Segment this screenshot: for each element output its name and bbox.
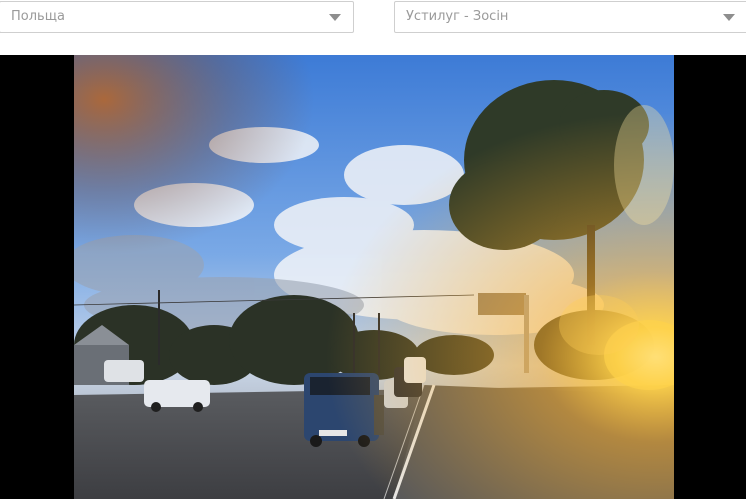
checkpoint-select[interactable]: Устилуг - Зосін bbox=[394, 1, 746, 33]
country-select[interactable]: Польща bbox=[0, 1, 354, 33]
filter-bar: Польща Устилуг - Зосін bbox=[0, 0, 746, 55]
country-select-value: Польща bbox=[11, 9, 65, 24]
camera-frame[interactable] bbox=[74, 55, 674, 499]
checkpoint-select-value: Устилуг - Зосін bbox=[406, 9, 509, 24]
chevron-down-icon[interactable] bbox=[329, 14, 341, 21]
chevron-down-icon[interactable] bbox=[723, 14, 735, 21]
border-camera-image bbox=[74, 55, 674, 499]
camera-video-area bbox=[0, 55, 746, 499]
